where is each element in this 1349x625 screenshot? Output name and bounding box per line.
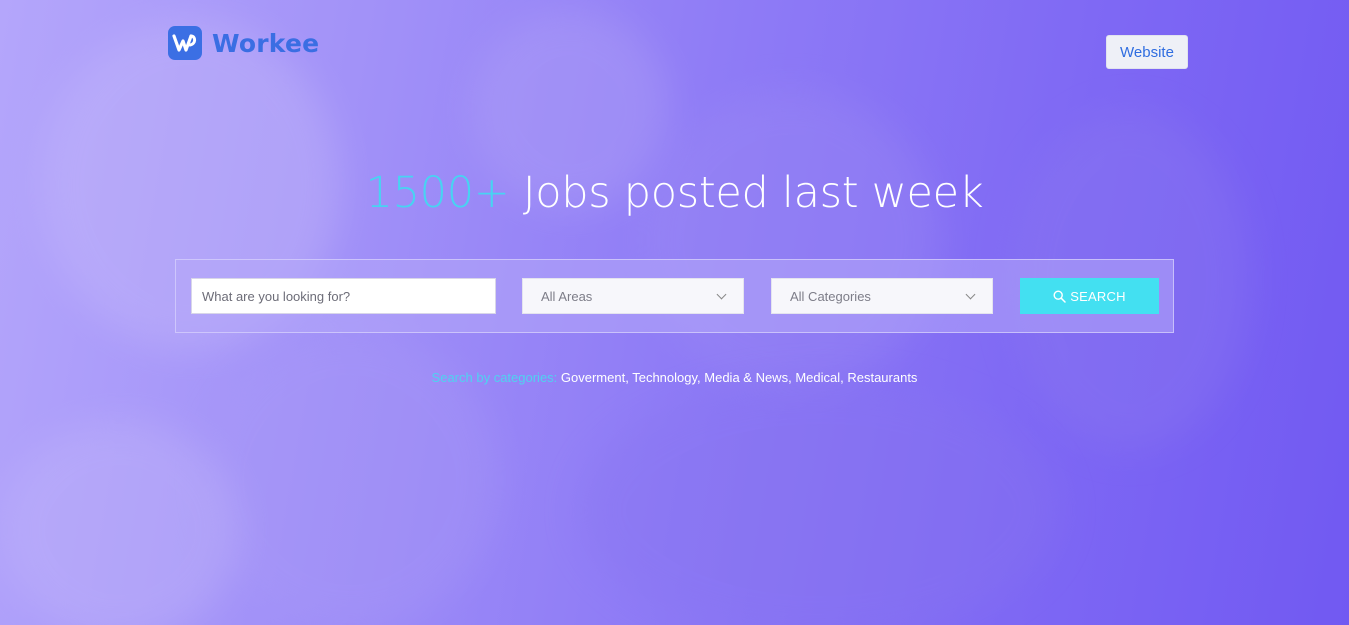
area-select-value: All Areas [541,288,593,304]
search-input[interactable] [191,278,496,314]
category-links: Search by categories: Goverment, Technol… [0,370,1349,385]
category-link[interactable]: Medical [795,370,840,385]
page-headline: 1500+ Jobs posted last week [0,168,1349,218]
chevron-down-icon [716,289,727,299]
hero-section: Workee Website 1500+ Jobs posted last we… [0,0,1349,625]
category-select[interactable]: All Categories [771,278,993,314]
w-logo-icon [168,26,202,60]
chevron-down-icon [965,289,976,299]
categories-label: Search by categories: [431,370,558,385]
search-panel: All Areas All Categories SEARCH [175,259,1174,333]
background-photo-blob [640,90,940,390]
search-button[interactable]: SEARCH [1020,278,1159,314]
brand-name: Workee [212,28,320,58]
area-select[interactable]: All Areas [522,278,744,314]
background-photo-blob [0,420,240,625]
background-photo-blob [580,380,1060,625]
category-list: Goverment, Technology, Media & News, Med… [561,370,918,385]
headline-count: 1500+ [365,168,510,218]
search-button-label: SEARCH [1070,288,1126,304]
website-button[interactable]: Website [1106,35,1188,69]
category-link[interactable]: Restaurants [847,370,917,385]
category-select-value: All Categories [790,288,871,304]
brand-logo[interactable]: Workee [168,26,319,60]
headline-text: Jobs posted last week [509,168,984,218]
search-icon [1053,289,1067,303]
category-link[interactable]: Technology [632,370,697,385]
category-link[interactable]: Media & News [704,370,788,385]
category-link[interactable]: Goverment [561,370,625,385]
